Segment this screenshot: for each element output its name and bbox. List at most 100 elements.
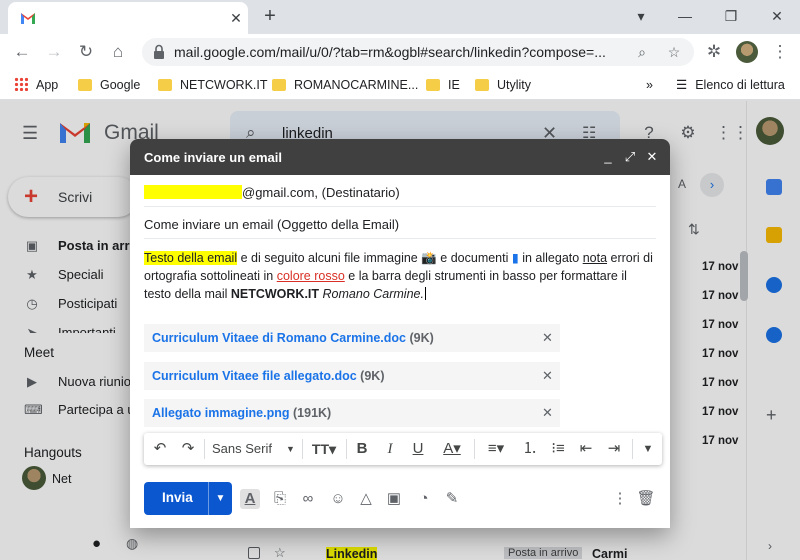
email-date: 17 nov bbox=[702, 348, 739, 360]
attach-file-icon[interactable]: ⎘ bbox=[270, 489, 290, 509]
collapse-panel-icon[interactable]: › bbox=[768, 539, 772, 553]
send-button[interactable]: Invia ▼ bbox=[144, 482, 232, 515]
minimize-icon[interactable]: _ bbox=[600, 149, 616, 165]
bookmark-ie[interactable]: IE bbox=[426, 76, 460, 94]
browser-tab[interactable]: ✕ bbox=[8, 2, 248, 34]
insert-link-icon[interactable]: ∞ bbox=[298, 489, 318, 509]
row-checkbox[interactable] bbox=[248, 547, 260, 559]
tab-close-icon[interactable]: ✕ bbox=[226, 8, 246, 28]
zoom-search-icon[interactable]: ⌕ bbox=[632, 42, 652, 62]
chrome-menu-icon[interactable]: ⋮ bbox=[768, 40, 792, 64]
browser-tab-strip: ✕ + ▾ — ❐ ✕ bbox=[0, 0, 800, 34]
calendar-icon[interactable] bbox=[766, 179, 782, 195]
compose-button[interactable]: + Scrivi bbox=[8, 177, 138, 217]
home-button[interactable]: ⌂ bbox=[106, 40, 130, 64]
toolbar-divider bbox=[204, 439, 205, 459]
indent-less-icon[interactable]: ⇤ bbox=[576, 439, 596, 459]
message-body[interactable]: Testo della email e di seguito alcuni fi… bbox=[144, 249, 656, 303]
next-page-icon[interactable]: › bbox=[700, 173, 724, 197]
insert-photo-icon[interactable]: ▣ bbox=[384, 489, 404, 509]
subject-text: Come inviare un email (Oggetto della Ema… bbox=[144, 217, 400, 232]
attachment-name: Curriculum Vitaee di Romano Carmine.doc bbox=[152, 331, 406, 345]
schedule-send-dropdown-icon[interactable]: ▼ bbox=[208, 482, 232, 515]
google-drive-icon[interactable]: △ bbox=[356, 489, 376, 509]
signature-pen-icon[interactable]: ✎ bbox=[442, 489, 462, 509]
close-icon[interactable]: ✕ bbox=[644, 149, 660, 165]
pagination-icon[interactable]: A bbox=[678, 177, 686, 191]
emoji-icon[interactable]: ☺ bbox=[328, 489, 348, 509]
remove-attachment-icon[interactable]: ✕ bbox=[542, 405, 553, 421]
subject-field[interactable]: Come inviare un email (Oggetto della Ema… bbox=[144, 209, 656, 239]
close-window-button[interactable]: ✕ bbox=[762, 4, 792, 28]
bookmark-romanocarmine[interactable]: ROMANOCARMINE... bbox=[272, 76, 418, 94]
formatting-options-icon[interactable]: A bbox=[240, 489, 260, 509]
main-menu-icon[interactable]: ☰ bbox=[22, 123, 38, 144]
folder-icon bbox=[78, 79, 92, 91]
google-apps-icon[interactable]: ⋮⋮ bbox=[715, 122, 749, 144]
discard-draft-icon[interactable]: 🗑 bbox=[636, 489, 656, 509]
more-formatting-icon[interactable]: ▼ bbox=[638, 439, 658, 459]
new-tab-button[interactable]: + bbox=[258, 5, 282, 29]
more-options-icon[interactable]: ⋮ bbox=[610, 489, 630, 509]
hangouts-avatar[interactable] bbox=[22, 466, 46, 490]
contacts-icon[interactable] bbox=[766, 327, 782, 343]
scrollbar-thumb[interactable] bbox=[740, 251, 748, 301]
bookmarks-more-button[interactable]: » bbox=[646, 76, 653, 94]
bookmark-utylity[interactable]: Utylity bbox=[475, 76, 531, 94]
font-family-select[interactable]: Sans Serif ▼ bbox=[212, 439, 302, 459]
maximize-button[interactable]: ❐ bbox=[716, 4, 746, 28]
reload-button[interactable]: ↻ bbox=[74, 40, 98, 64]
compose-header[interactable]: Come inviare un email _ ⤢ ✕ bbox=[130, 139, 670, 175]
font-size-icon[interactable]: TT▾ bbox=[308, 439, 340, 459]
hangouts-bubble-icon[interactable]: ◍ bbox=[126, 535, 138, 552]
attachment-chip[interactable]: Allegato immagine.png (191K) ✕ bbox=[144, 399, 560, 427]
undo-icon[interactable]: ↶ bbox=[150, 439, 170, 459]
bookmark-apps[interactable]: App bbox=[14, 76, 58, 94]
italic-icon[interactable]: I bbox=[380, 439, 400, 459]
underline-icon[interactable]: U bbox=[408, 439, 428, 459]
bulleted-list-icon[interactable]: ⁝≡ bbox=[548, 439, 568, 459]
attachment-chip[interactable]: Curriculum Vitaee file allegato.doc (9K)… bbox=[144, 362, 560, 390]
minimize-button[interactable]: — bbox=[670, 4, 700, 28]
attachment-chip[interactable]: Curriculum Vitaee di Romano Carmine.doc … bbox=[144, 324, 560, 352]
compose-dialog: Come inviare un email _ ⤢ ✕ @gmail.com, … bbox=[130, 139, 670, 528]
add-addon-icon[interactable]: + bbox=[766, 405, 777, 426]
contacts-person-icon[interactable]: ● bbox=[92, 535, 101, 552]
profile-avatar[interactable] bbox=[736, 41, 758, 63]
bold-icon[interactable]: B bbox=[352, 439, 372, 459]
hangouts-user-name[interactable]: Net bbox=[52, 472, 71, 486]
address-bar[interactable]: mail.google.com/mail/u/0/?tab=rm&ogbl#se… bbox=[142, 38, 694, 66]
bookmark-netcwork[interactable]: NETCWORK.IT bbox=[158, 76, 268, 94]
align-icon[interactable]: ≡▾ bbox=[480, 439, 512, 459]
keep-icon[interactable] bbox=[766, 227, 782, 243]
email-date: 17 nov bbox=[702, 406, 739, 418]
sort-icon[interactable]: ⇅ bbox=[688, 221, 700, 238]
bookmark-google[interactable]: Google bbox=[78, 76, 140, 94]
extensions-icon[interactable]: ✲ bbox=[702, 40, 726, 64]
recipient-redacted bbox=[144, 185, 242, 199]
confidential-mode-icon[interactable]: ◔ bbox=[414, 489, 434, 509]
tasks-icon[interactable] bbox=[766, 277, 782, 293]
bookmark-star-icon[interactable]: ☆ bbox=[664, 42, 684, 62]
camera-emoji-icon: 📸 bbox=[421, 251, 437, 265]
email-subject: Carmi bbox=[592, 547, 628, 560]
text-color-icon[interactable]: A▾ bbox=[436, 439, 468, 459]
browser-toolbar: ← → ↻ ⌂ mail.google.com/mail/u/0/?tab=rm… bbox=[0, 34, 800, 70]
indent-more-icon[interactable]: ⇥ bbox=[604, 439, 624, 459]
settings-gear-icon[interactable]: ⚙ bbox=[677, 122, 699, 144]
remove-attachment-icon[interactable]: ✕ bbox=[542, 330, 553, 346]
fullscreen-icon[interactable]: ⤢ bbox=[622, 149, 638, 165]
numbered-list-icon[interactable]: ⒈ bbox=[520, 439, 540, 459]
tab-search-icon[interactable]: ▾ bbox=[626, 4, 656, 28]
hangouts-section-title: Hangouts bbox=[24, 445, 82, 460]
remove-attachment-icon[interactable]: ✕ bbox=[542, 368, 553, 384]
forward-button[interactable]: → bbox=[42, 40, 66, 64]
reading-list-button[interactable]: ☰ Elenco di lettura bbox=[676, 76, 785, 94]
star-icon[interactable]: ☆ bbox=[274, 545, 286, 560]
redo-icon[interactable]: ↷ bbox=[178, 439, 198, 459]
table-row[interactable]: ☆ Linkedin Posta in arrivo Carmi bbox=[244, 545, 744, 560]
recipients-field[interactable]: @gmail.com, (Destinatario) bbox=[144, 177, 656, 207]
back-button[interactable]: ← bbox=[10, 40, 34, 64]
attachment-size: (9K) bbox=[360, 369, 385, 383]
dropdown-arrow-icon: ▼ bbox=[286, 444, 295, 454]
